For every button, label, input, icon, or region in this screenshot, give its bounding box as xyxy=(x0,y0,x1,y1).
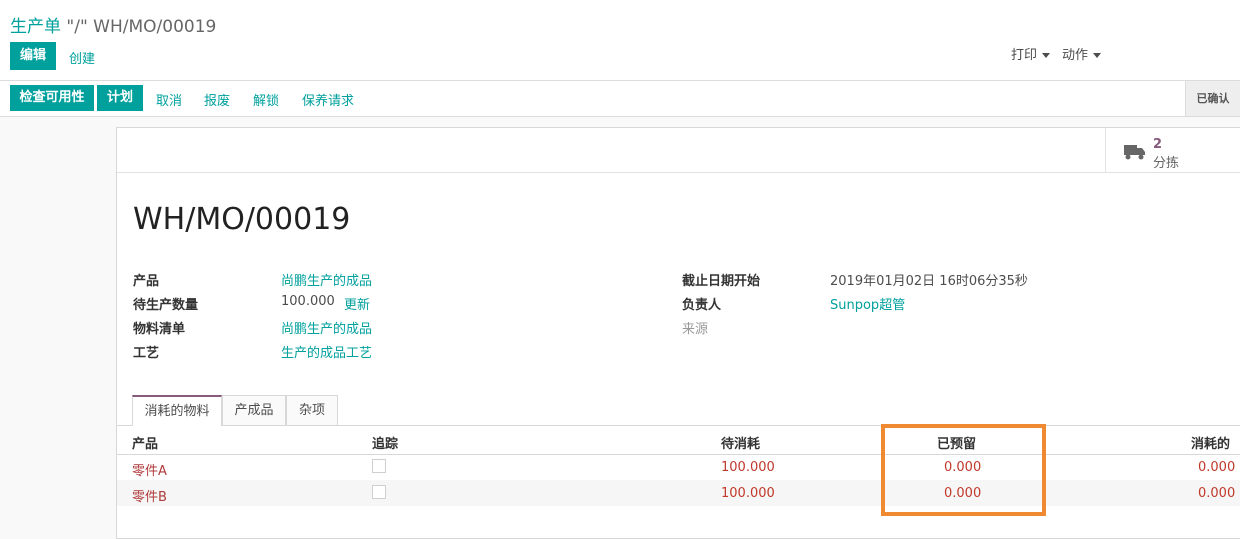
caret-down-icon xyxy=(1042,53,1051,58)
qty-to-produce-value: 100.000 xyxy=(281,294,335,309)
print-label: 打印 xyxy=(1011,48,1038,63)
edit-button[interactable]: 编辑 xyxy=(10,42,56,70)
plan-button[interactable]: 计划 xyxy=(97,85,143,111)
control-panel: 生产单 "/" WH/MO/00019 编辑 创建 打印 动作 xyxy=(0,0,1240,81)
truck-icon xyxy=(1124,145,1145,160)
col-consumed[interactable]: 消耗的 xyxy=(1191,433,1230,452)
row-product[interactable]: 零件B xyxy=(132,486,167,505)
status-bar: 检查可用性 计划 取消 报废 解锁 保养请求 已确认 xyxy=(0,81,1240,117)
table-header: 产品 追踪 待消耗 已预留 消耗的 xyxy=(117,426,1240,455)
table-row[interactable]: 零件B 100.000 0.000 0.000 xyxy=(117,480,1240,506)
col-to-consume[interactable]: 待消耗 xyxy=(721,433,760,452)
tab-misc[interactable]: 杂项 xyxy=(286,395,338,425)
update-qty-button[interactable]: 更新 xyxy=(344,294,370,313)
button-box: 2 分拣 xyxy=(117,128,1240,173)
unlock-button[interactable]: 解锁 xyxy=(253,90,279,109)
breadcrumb-current: "/" WH/MO/00019 xyxy=(66,17,217,37)
col-tracking[interactable]: 追踪 xyxy=(372,433,398,452)
deadline-start-label: 截止日期开始 xyxy=(682,274,761,289)
action-dropdown[interactable]: 动作 xyxy=(1062,44,1102,63)
row-to-consume: 100.000 xyxy=(721,460,775,475)
row-product[interactable]: 零件A xyxy=(132,460,167,479)
row-reserved: 0.000 xyxy=(944,486,982,501)
picking-label: 分拣 xyxy=(1153,156,1180,171)
row-reserved: 0.000 xyxy=(944,460,982,475)
bom-field[interactable]: 尚鹏生产的成品 xyxy=(281,318,372,337)
caret-down-icon xyxy=(1093,53,1102,58)
tab-finished-products[interactable]: 产成品 xyxy=(222,395,286,425)
responsible-field[interactable]: Sunpop超管 xyxy=(830,294,905,313)
tracking-checkbox xyxy=(372,485,386,499)
tab-consumed-materials[interactable]: 消耗的物料 xyxy=(132,395,222,426)
responsible-label: 负责人 xyxy=(682,298,722,313)
state-confirmed[interactable]: 已确认 xyxy=(1185,81,1240,116)
bom-label: 物料清单 xyxy=(133,322,186,337)
picking-count: 2 xyxy=(1153,137,1163,152)
product-field[interactable]: 尚鹏生产的成品 xyxy=(281,270,372,289)
action-label: 动作 xyxy=(1062,48,1089,63)
record-title: WH/MO/00019 xyxy=(133,202,351,237)
picking-smart-button[interactable]: 2 分拣 xyxy=(1105,128,1240,172)
source-label: 来源 xyxy=(682,322,709,337)
print-dropdown[interactable]: 打印 xyxy=(1011,44,1051,63)
cancel-button[interactable]: 取消 xyxy=(156,90,182,109)
product-label: 产品 xyxy=(133,274,160,289)
maintenance-request-button[interactable]: 保养请求 xyxy=(302,90,354,109)
scrap-button[interactable]: 报废 xyxy=(204,90,230,109)
notebook-tabs: 消耗的物料 产成品 杂项 xyxy=(117,394,1240,426)
row-to-consume: 100.000 xyxy=(721,486,775,501)
form-sheet: 2 分拣 WH/MO/00019 产品 尚鹏生产的成品 待生产数量 100.00… xyxy=(116,127,1240,539)
routing-label: 工艺 xyxy=(133,346,160,361)
breadcrumb-parent[interactable]: 生产单 xyxy=(10,17,61,37)
create-button[interactable]: 创建 xyxy=(69,48,95,67)
check-availability-button[interactable]: 检查可用性 xyxy=(10,85,94,111)
breadcrumb: 生产单 "/" WH/MO/00019 xyxy=(10,12,216,37)
row-consumed: 0.000 xyxy=(1198,460,1236,475)
table-row[interactable]: 零件A 100.000 0.000 0.000 xyxy=(117,454,1240,480)
routing-field[interactable]: 生产的成品工艺 xyxy=(281,342,372,361)
col-reserved[interactable]: 已预留 xyxy=(937,433,976,452)
tracking-checkbox xyxy=(372,459,386,473)
col-product[interactable]: 产品 xyxy=(132,433,158,452)
row-consumed: 0.000 xyxy=(1198,486,1236,501)
deadline-start-value[interactable]: 2019年01月02日 16时06分35秒 xyxy=(830,270,1028,289)
qty-to-produce-label: 待生产数量 xyxy=(133,298,199,313)
